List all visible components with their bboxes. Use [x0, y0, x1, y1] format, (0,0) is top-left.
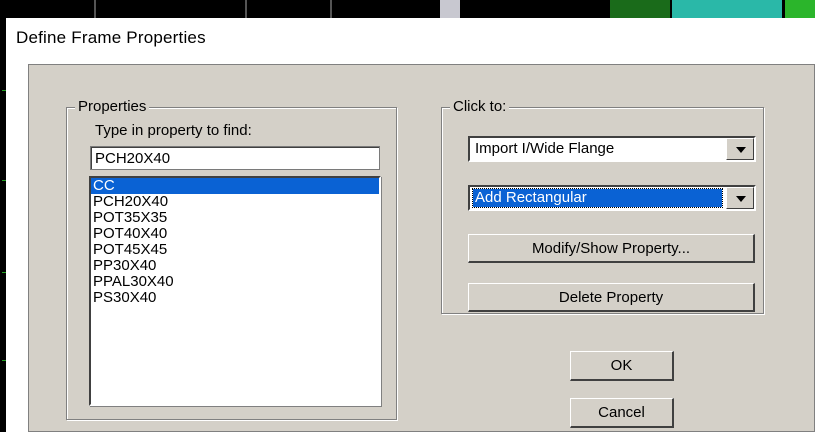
background-toolbar-divider [330, 0, 332, 18]
list-item-cc[interactable]: CC [91, 178, 379, 194]
add-section-dropdown[interactable]: Add Rectangular [468, 185, 756, 211]
list-item-ppal30x40[interactable]: PPAL30X40 [91, 274, 379, 290]
ok-button[interactable]: OK [570, 351, 674, 381]
background-toolbar-block [440, 0, 460, 18]
background-toolbar-divider [245, 0, 247, 18]
chevron-down-icon [736, 147, 746, 153]
list-item-pch20x40[interactable]: PCH20X40 [91, 194, 379, 210]
find-property-label: Type in property to find: [95, 122, 252, 139]
list-item-pot40x40[interactable]: POT40X40 [91, 226, 379, 242]
cancel-button[interactable]: Cancel [570, 398, 674, 428]
list-item-pot45x45[interactable]: POT45X45 [91, 242, 379, 258]
add-dropdown-button[interactable] [726, 187, 754, 209]
find-property-input[interactable] [90, 146, 380, 170]
background-app-toolbar [0, 0, 815, 18]
properties-group-title: Properties [75, 98, 150, 115]
add-dropdown-value: Add Rectangular [472, 188, 723, 208]
delete-property-button[interactable]: Delete Property [468, 283, 755, 312]
dialog-title: Define Frame Properties [16, 28, 206, 47]
import-dropdown-value: Import I/Wide Flange [475, 140, 615, 157]
list-item-ps30x40[interactable]: PS30X40 [91, 290, 379, 306]
background-toolbar-block [672, 0, 782, 18]
import-dropdown-button[interactable] [726, 138, 754, 160]
list-item-pp30x40[interactable]: PP30X40 [91, 258, 379, 274]
background-toolbar-segment [0, 0, 60, 18]
background-toolbar-block [610, 0, 670, 18]
dialog-client-area: Properties Type in property to find: CC … [28, 64, 815, 432]
click-to-groupbox: Click to: Import I/Wide Flange Add Recta… [441, 98, 764, 314]
chevron-down-icon [736, 196, 746, 202]
modify-show-property-button[interactable]: Modify/Show Property... [468, 234, 755, 263]
click-to-group-title: Click to: [450, 98, 510, 115]
background-toolbar-divider [94, 0, 96, 18]
import-section-dropdown[interactable]: Import I/Wide Flange [468, 136, 756, 162]
define-frame-properties-dialog: Define Frame Properties Properties Type … [6, 18, 815, 432]
list-item-pot35x35[interactable]: POT35X35 [91, 210, 379, 226]
background-toolbar-block [785, 0, 815, 18]
properties-listbox[interactable]: CC PCH20X40 POT35X35 POT40X40 POT45X45 P… [89, 176, 381, 406]
properties-groupbox: Properties Type in property to find: CC … [66, 98, 397, 420]
